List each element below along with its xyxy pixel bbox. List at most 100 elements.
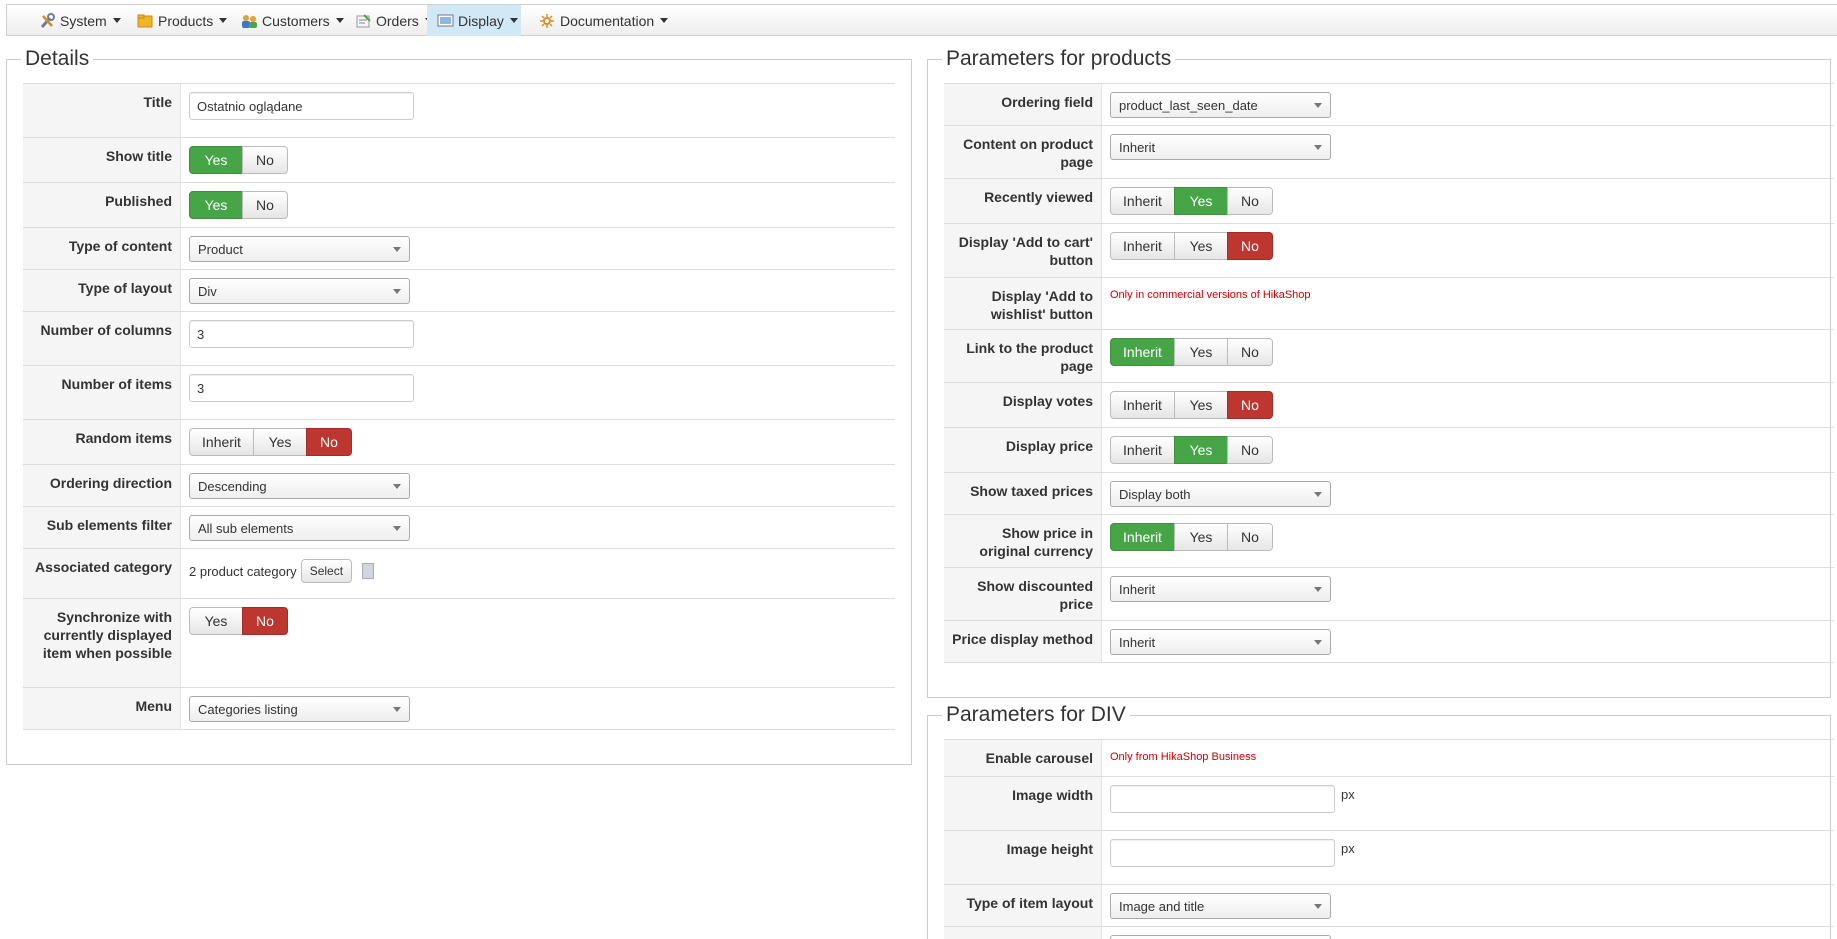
select-category-button[interactable]: Select xyxy=(300,559,353,583)
link-to-product-yes-button[interactable]: Yes xyxy=(1174,338,1228,366)
ordering-direction-label: Ordering direction xyxy=(23,465,181,506)
published-label: Published xyxy=(23,183,181,227)
row-display-price: Display price Inherit Yes No xyxy=(944,428,1834,473)
display-price-no-button[interactable]: No xyxy=(1227,436,1273,464)
recently-viewed-toggle: Inherit Yes No xyxy=(1110,187,1273,215)
content-on-product-page-select[interactable]: Inherit xyxy=(1110,134,1331,160)
display-votes-inherit-button[interactable]: Inherit xyxy=(1110,391,1175,419)
image-height-input[interactable] xyxy=(1110,839,1335,867)
synchronize-no-button[interactable]: No xyxy=(242,607,288,635)
published-no-button[interactable]: No xyxy=(242,191,288,219)
price-display-method-select[interactable]: Inherit xyxy=(1110,629,1331,655)
random-items-yes-button[interactable]: Yes xyxy=(253,428,307,456)
price-display-method-label: Price display method xyxy=(944,621,1102,662)
show-price-original-no-button[interactable]: No xyxy=(1227,523,1273,551)
image-width-label: Image width xyxy=(944,777,1102,830)
row-ordering-direction: Ordering direction Descending xyxy=(23,465,895,507)
synchronize-yes-button[interactable]: Yes xyxy=(189,607,243,635)
show-price-original-label: Show price in original currency xyxy=(944,515,1102,567)
row-menu: Menu Categories listing xyxy=(23,688,895,730)
link-to-product-no-button[interactable]: No xyxy=(1227,338,1273,366)
title-label: Title xyxy=(23,84,181,137)
type-of-content-label: Type of content xyxy=(23,228,181,269)
menu-customers[interactable]: Customers xyxy=(231,5,354,36)
sub-elements-filter-value: All sub elements xyxy=(198,521,294,536)
documentation-icon xyxy=(539,13,556,29)
show-title-no-button[interactable]: No xyxy=(242,146,288,174)
show-discounted-label: Show discounted price xyxy=(944,568,1102,620)
recently-viewed-yes-button[interactable]: Yes xyxy=(1174,187,1228,215)
next-setting-select[interactable] xyxy=(1110,935,1331,939)
random-items-inherit-button[interactable]: Inherit xyxy=(189,428,254,456)
products-params-legend: Parameters for products xyxy=(942,47,1176,71)
menu-display[interactable]: Display xyxy=(427,5,521,36)
show-title-yes-button[interactable]: Yes xyxy=(189,146,243,174)
display-price-toggle: Inherit Yes No xyxy=(1110,436,1273,464)
link-to-product-label: Link to the product page xyxy=(944,330,1102,382)
published-yes-button[interactable]: Yes xyxy=(189,191,243,219)
link-to-product-inherit-button[interactable]: Inherit xyxy=(1110,338,1175,366)
menu-products-label: Products xyxy=(158,12,214,29)
dropdown-arrow-icon xyxy=(1314,640,1322,645)
row-number-of-columns: Number of columns xyxy=(23,312,895,366)
row-recently-viewed: Recently viewed Inherit Yes No xyxy=(944,179,1834,224)
content-on-product-page-value: Inherit xyxy=(1119,140,1156,155)
menu-display-label: Display xyxy=(458,12,504,29)
recently-viewed-no-button[interactable]: No xyxy=(1227,187,1273,215)
menu-documentation-label: Documentation xyxy=(560,12,655,29)
row-random-items: Random items Inherit Yes No xyxy=(23,420,895,465)
display-votes-toggle: Inherit Yes No xyxy=(1110,391,1273,419)
number-of-items-input[interactable] xyxy=(189,374,414,402)
row-display-votes: Display votes Inherit Yes No xyxy=(944,383,1834,428)
display-votes-no-button[interactable]: No xyxy=(1227,391,1273,419)
add-to-cart-inherit-button[interactable]: Inherit xyxy=(1110,232,1175,260)
sub-elements-filter-select[interactable]: All sub elements xyxy=(189,515,410,541)
chevron-down-icon xyxy=(660,18,669,23)
type-of-layout-value: Div xyxy=(198,284,217,299)
menu-products[interactable]: Products xyxy=(127,5,237,36)
show-price-original-toggle: Inherit Yes No xyxy=(1110,523,1273,551)
row-ordering-field: Ordering field product_last_seen_date xyxy=(944,84,1834,126)
row-show-discounted: Show discounted price Inherit xyxy=(944,568,1834,621)
title-input[interactable] xyxy=(189,92,414,120)
dropdown-arrow-icon xyxy=(1314,904,1322,909)
recently-viewed-inherit-button[interactable]: Inherit xyxy=(1110,187,1175,215)
clear-icon[interactable] xyxy=(362,563,375,579)
details-legend: Details xyxy=(21,47,94,71)
type-of-item-layout-select[interactable]: Image and title xyxy=(1110,893,1331,919)
dropdown-arrow-icon xyxy=(1314,492,1322,497)
display-votes-yes-button[interactable]: Yes xyxy=(1174,391,1228,419)
random-items-label: Random items xyxy=(23,420,181,464)
type-of-content-select[interactable]: Product xyxy=(189,236,410,262)
show-taxed-prices-select[interactable]: Display both xyxy=(1110,481,1331,507)
menu-system[interactable]: System xyxy=(29,5,131,36)
display-icon xyxy=(437,13,454,29)
menu-value: Categories listing xyxy=(198,702,298,717)
show-discounted-select[interactable]: Inherit xyxy=(1110,576,1331,602)
display-price-inherit-button[interactable]: Inherit xyxy=(1110,436,1175,464)
orders-icon xyxy=(355,13,372,29)
show-price-original-inherit-button[interactable]: Inherit xyxy=(1110,523,1175,551)
tools-icon xyxy=(39,12,56,29)
ordering-field-select[interactable]: product_last_seen_date xyxy=(1110,92,1331,118)
image-width-input[interactable] xyxy=(1110,785,1335,813)
add-to-cart-no-button[interactable]: No xyxy=(1227,232,1273,260)
associated-category-control: 2 product category Select xyxy=(189,559,375,583)
menu-orders-label: Orders xyxy=(376,12,419,29)
chevron-down-icon xyxy=(112,18,121,23)
number-of-columns-input[interactable] xyxy=(189,320,414,348)
synchronize-toggle: Yes No xyxy=(189,607,288,635)
recently-viewed-label: Recently viewed xyxy=(944,179,1102,223)
image-width-unit: px xyxy=(1341,787,1355,802)
sub-elements-filter-label: Sub elements filter xyxy=(23,507,181,548)
type-of-item-layout-label: Type of item layout xyxy=(944,885,1102,926)
menu-documentation[interactable]: Documentation xyxy=(529,5,678,36)
type-of-layout-select[interactable]: Div xyxy=(189,278,410,304)
random-items-no-button[interactable]: No xyxy=(306,428,352,456)
add-to-cart-yes-button[interactable]: Yes xyxy=(1174,232,1228,260)
dropdown-arrow-icon xyxy=(393,526,401,531)
display-price-yes-button[interactable]: Yes xyxy=(1174,436,1228,464)
ordering-direction-select[interactable]: Descending xyxy=(189,473,410,499)
menu-select[interactable]: Categories listing xyxy=(189,696,410,722)
show-price-original-yes-button[interactable]: Yes xyxy=(1174,523,1228,551)
